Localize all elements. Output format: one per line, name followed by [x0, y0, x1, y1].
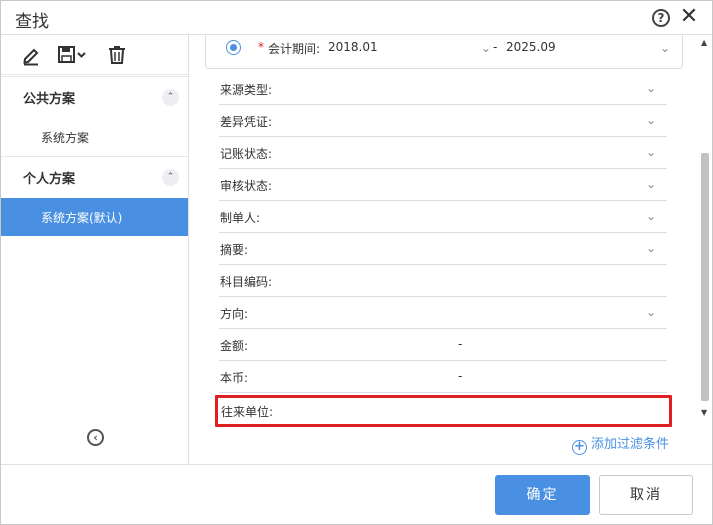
filter-panel: * 会计期间: 2018.01 ⌄ - 2025.09 ⌄ 来源类型: ⌄ 差异…: [190, 35, 712, 464]
find-dialog: 查找 ? ✕ 公共方案 ⌃ 系统方案 个人方案 ⌃ 系统方案(默认) ‹ * 会…: [0, 0, 713, 525]
period-row: * 会计期间: 2018.01 ⌄ - 2025.09 ⌄: [205, 35, 683, 69]
scroll-thumb[interactable]: [701, 153, 709, 401]
help-icon[interactable]: ?: [652, 9, 670, 27]
period-separator: -: [493, 40, 498, 54]
add-circle-icon: +: [572, 440, 587, 455]
public-schemes-title: 公共方案: [23, 92, 76, 107]
close-icon[interactable]: ✕: [677, 5, 701, 29]
chevron-down-icon[interactable]: ⌄: [646, 82, 656, 94]
personal-schemes-title: 个人方案: [23, 172, 76, 187]
chevron-down-icon[interactable]: ⌄: [646, 242, 656, 254]
filter-label: 往来单位:: [221, 405, 274, 419]
filter-label: 审核状态:: [220, 179, 273, 193]
chevron-up-icon[interactable]: ⌃: [162, 169, 179, 186]
scheme-sidebar: 公共方案 ⌃ 系统方案 个人方案 ⌃ 系统方案(默认) ‹: [1, 35, 189, 464]
title-bar: 查找 ? ✕: [1, 1, 712, 35]
filter-label: 金额:: [220, 339, 249, 353]
period-end-select[interactable]: 2025.09: [506, 40, 556, 54]
confirm-button[interactable]: 确定: [495, 475, 590, 515]
range-separator: -: [458, 369, 463, 383]
period-label: 会计期间:: [268, 42, 321, 56]
filter-summary[interactable]: 摘要: ⌄: [219, 233, 667, 265]
scheme-item-label: 系统方案: [41, 131, 90, 145]
add-filter-label: 添加过滤条件: [591, 437, 670, 452]
scrollbar[interactable]: ▲ ▼: [699, 35, 712, 421]
filter-label: 摘要:: [220, 243, 249, 257]
scheme-item-active[interactable]: 系统方案(默认): [1, 198, 188, 236]
filter-posting-status[interactable]: 记账状态: ⌄: [219, 137, 667, 169]
cancel-button[interactable]: 取消: [599, 475, 693, 515]
add-filter-link[interactable]: + 添加过滤条件: [572, 433, 669, 455]
filter-amount[interactable]: 金额: -: [219, 329, 667, 361]
filter-label: 来源类型:: [220, 83, 273, 97]
filter-audit-status[interactable]: 审核状态: ⌄: [219, 169, 667, 201]
period-start-select[interactable]: 2018.01: [328, 40, 378, 54]
filter-direction[interactable]: 方向: ⌄: [219, 297, 667, 329]
filter-label: 差异凭证:: [220, 115, 273, 129]
chevron-down-icon[interactable]: ⌄: [646, 306, 656, 318]
chevron-down-icon[interactable]: ⌄: [646, 178, 656, 190]
chevron-down-icon[interactable]: ⌄: [646, 114, 656, 126]
filter-source-type[interactable]: 来源类型: ⌄: [219, 73, 667, 105]
edit-icon[interactable]: [21, 44, 41, 66]
chevron-down-icon[interactable]: ⌄: [481, 42, 491, 54]
sidebar-toolbar: [1, 35, 189, 75]
filter-label: 方向:: [220, 307, 249, 321]
scheme-item-label: 系统方案(默认): [41, 211, 123, 225]
filter-preparer[interactable]: 制单人: ⌄: [219, 201, 667, 233]
chevron-down-icon[interactable]: ⌄: [646, 210, 656, 222]
filter-label: 科目编码:: [220, 275, 273, 289]
personal-schemes-header[interactable]: 个人方案 ⌃: [1, 156, 188, 196]
range-separator: -: [458, 337, 463, 351]
chevron-up-icon[interactable]: ⌃: [162, 89, 179, 106]
filter-label: 制单人:: [220, 211, 261, 225]
filter-local-currency[interactable]: 本币: -: [219, 361, 667, 393]
chevron-down-icon[interactable]: ⌄: [646, 146, 656, 158]
filter-label: 本币:: [220, 371, 249, 385]
dialog-footer: 确定 取消: [1, 464, 712, 524]
scroll-up-arrow-icon[interactable]: ▲: [701, 38, 707, 47]
required-mark: *: [258, 40, 264, 54]
filter-counterparty[interactable]: 往来单位:: [215, 395, 672, 427]
public-schemes-header[interactable]: 公共方案 ⌃: [1, 76, 188, 116]
scroll-down-arrow-icon[interactable]: ▼: [701, 408, 707, 417]
filter-label: 记账状态:: [220, 147, 273, 161]
trash-icon[interactable]: [107, 44, 127, 66]
save-icon[interactable]: [57, 44, 89, 66]
period-radio[interactable]: [226, 40, 241, 55]
collapse-sidebar-icon[interactable]: ‹: [87, 429, 104, 446]
dialog-title: 查找: [15, 12, 49, 32]
filter-account-code[interactable]: 科目编码:: [219, 265, 667, 297]
filter-diff-voucher[interactable]: 差异凭证: ⌄: [219, 105, 667, 137]
scheme-item[interactable]: 系统方案: [1, 118, 188, 156]
chevron-down-icon[interactable]: ⌄: [660, 42, 670, 54]
